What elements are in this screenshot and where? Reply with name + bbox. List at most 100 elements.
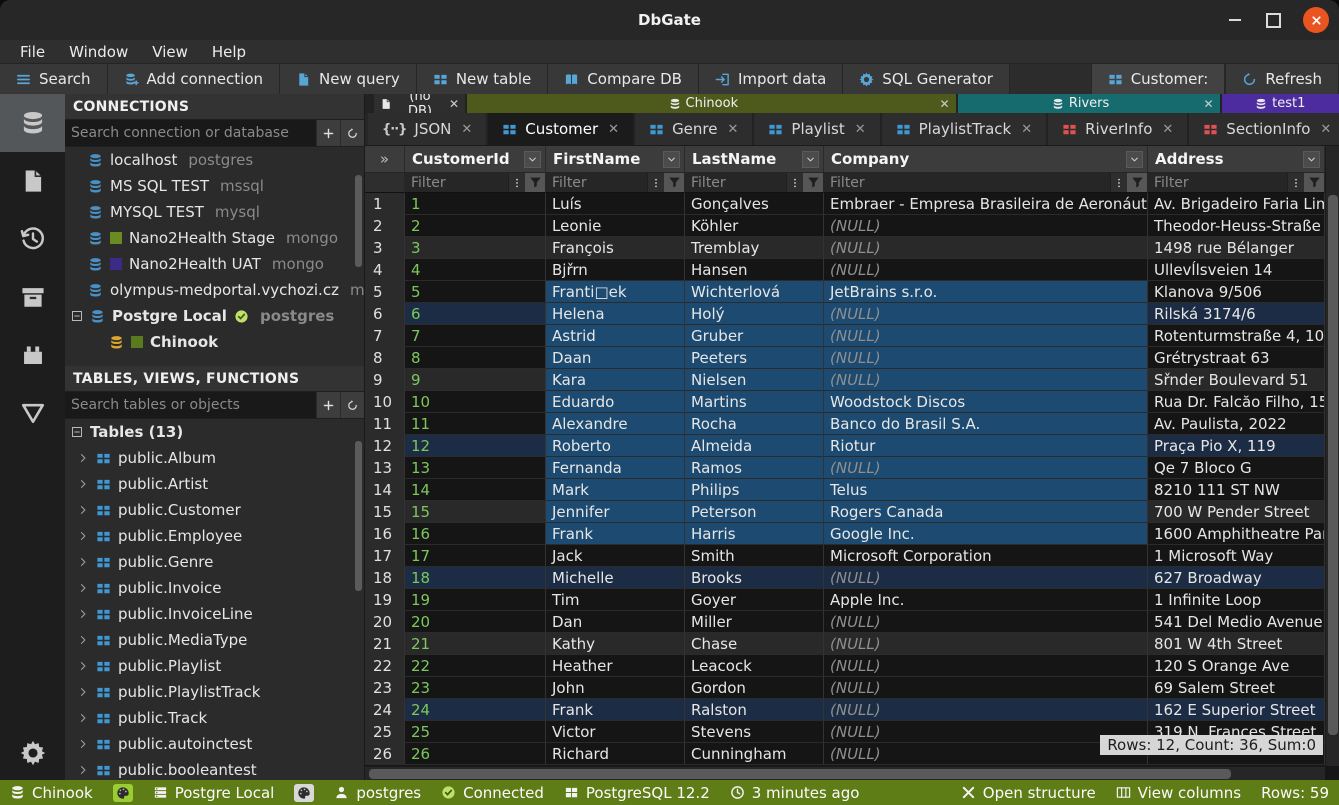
tab-sectioninfo[interactable]: SectionInfo✕ (1189, 113, 1339, 145)
grid-cell[interactable]: 18 (405, 567, 546, 589)
tab-genre[interactable]: Genre✕ (635, 113, 754, 145)
grid-cell[interactable]: (NULL) (824, 259, 1148, 281)
theme-badge[interactable] (113, 784, 133, 802)
grid-cell[interactable]: Helena (546, 303, 685, 325)
row-number[interactable]: 11 (365, 413, 405, 435)
close-tab-icon[interactable]: ✕ (1162, 122, 1173, 137)
grid-cell[interactable]: 8 (405, 347, 546, 369)
close-tab-icon[interactable]: ✕ (1320, 122, 1331, 137)
row-number[interactable]: 4 (365, 259, 405, 281)
grid-cell[interactable]: Gonçalves (685, 193, 824, 215)
toolbar-customer--button[interactable]: Customer: (1091, 64, 1226, 94)
table-row[interactable]: 2323JohnGordon(NULL)69 Salem Street (365, 677, 1325, 699)
table-row[interactable]: 99KaraNielsen(NULL)Sřnder Boulevard 51 (365, 369, 1325, 391)
grid-cell[interactable]: 9 (405, 369, 546, 391)
status-rows-59[interactable]: Rows: 59 (1261, 784, 1329, 802)
table-row[interactable]: 1515JenniferPetersonRogers Canada700 W P… (365, 501, 1325, 523)
filter-input-customerid[interactable]: Filter (405, 173, 508, 192)
filter-funnel-icon[interactable] (803, 173, 823, 192)
grid-cell[interactable]: 11 (405, 413, 546, 435)
table-item[interactable]: public.Employee (65, 523, 364, 549)
menu-file[interactable]: File (10, 43, 55, 61)
filter-funnel-icon[interactable] (1304, 173, 1324, 192)
column-header-customerid[interactable]: CustomerId (405, 146, 546, 172)
theme-badge[interactable] (294, 784, 314, 802)
grid-cell[interactable]: Roberto (546, 435, 685, 457)
grid-cell[interactable]: Sřnder Boulevard 51 (1148, 369, 1325, 391)
grid-cell[interactable]: Av. Paulista, 2022 (1148, 413, 1325, 435)
row-number[interactable]: 18 (365, 567, 405, 589)
table-row[interactable]: 77AstridGruber(NULL)Rotenturmstraße 4, 1… (365, 325, 1325, 347)
table-row[interactable]: 11LuísGonçalvesEmbraer - Empresa Brasile… (365, 193, 1325, 215)
row-number[interactable]: 3 (365, 237, 405, 259)
row-number[interactable]: 12 (365, 435, 405, 457)
close-group-icon[interactable]: ✕ (940, 97, 950, 111)
grid-cell[interactable]: Frank (546, 699, 685, 721)
grid-cell[interactable]: 15 (405, 501, 546, 523)
grid-cell[interactable]: 20 (405, 611, 546, 633)
grid-cell[interactable]: Bjřrn (546, 259, 685, 281)
connection-item[interactable]: Nano2Health Stagemongo (65, 225, 364, 251)
grid-cell[interactable]: 627 Broadway (1148, 567, 1325, 589)
toolbar-new-query-button[interactable]: New query (280, 64, 417, 94)
grid-cell[interactable]: 3 (405, 237, 546, 259)
filter-funnel-icon[interactable] (1127, 173, 1147, 192)
table-row[interactable]: 1818MichelleBrooks(NULL)627 Broadway (365, 567, 1325, 589)
grid-vertical-scrollbar[interactable] (1325, 146, 1339, 766)
table-row[interactable]: 1010EduardoMartinsWoodstock DiscosRua Dr… (365, 391, 1325, 413)
table-row[interactable]: 1111AlexandreRochaBanco do Brasil S.A.Av… (365, 413, 1325, 435)
grid-cell[interactable]: 24 (405, 699, 546, 721)
grid-cell[interactable]: Heather (546, 655, 685, 677)
grid-cell[interactable]: Hansen (685, 259, 824, 281)
table-row[interactable]: 1414MarkPhilipsTelus8210 111 ST NW (365, 479, 1325, 501)
row-number[interactable]: 1 (365, 193, 405, 215)
table-row[interactable]: 2424FrankRalston(NULL)162 E Superior Str… (365, 699, 1325, 721)
grid-cell[interactable]: Praça Pio X, 119 (1148, 435, 1325, 457)
filter-input-company[interactable]: Filter (824, 173, 1110, 192)
row-number[interactable]: 2 (365, 215, 405, 237)
grid-cell[interactable]: 700 W Pender Street (1148, 501, 1325, 523)
grid-cell[interactable]: Nielsen (685, 369, 824, 391)
grid-cell[interactable]: (NULL) (824, 567, 1148, 589)
filter-funnel-icon[interactable] (664, 173, 684, 192)
table-row[interactable]: 2222HeatherLeacock(NULL)120 S Orange Ave (365, 655, 1325, 677)
grid-cell[interactable]: Leonie (546, 215, 685, 237)
grid-cell[interactable]: Cunningham (685, 743, 824, 765)
grid-cell[interactable]: Banco do Brasil S.A. (824, 413, 1148, 435)
iconbar-nabla-icon[interactable] (0, 384, 65, 442)
grid-cell[interactable]: Luís (546, 193, 685, 215)
grid-cell[interactable]: Franti□ek (546, 281, 685, 303)
toolbar-import-data-button[interactable]: Import data (699, 64, 843, 94)
tab-group-Chinook[interactable]: Chinook✕ (467, 94, 956, 113)
table-row[interactable]: 55Franti□ekWichterlováJetBrains s.r.o.Kl… (365, 281, 1325, 303)
grid-cell[interactable]: Grétrystraat 63 (1148, 347, 1325, 369)
grid-cell[interactable]: (NULL) (824, 369, 1148, 391)
menu-help[interactable]: Help (202, 43, 256, 61)
status-postgre-local[interactable]: Postgre Local (153, 784, 275, 802)
grid-cell[interactable]: 801 W 4th Street (1148, 633, 1325, 655)
table-item[interactable]: public.MediaType (65, 627, 364, 653)
grid-cell[interactable]: Chase (685, 633, 824, 655)
filter-input-address[interactable]: Filter (1148, 173, 1287, 192)
toolbar-new-table-button[interactable]: New table (417, 64, 548, 94)
connection-item[interactable]: MYSQL TESTmysql (65, 199, 364, 225)
add-table-plus-button[interactable] (316, 392, 340, 418)
grid-cell[interactable]: JetBrains s.r.o. (824, 281, 1148, 303)
grid-cell[interactable]: (NULL) (824, 347, 1148, 369)
grid-cell[interactable]: (NULL) (824, 215, 1148, 237)
grid-cell[interactable]: Qe 7 Bloco G (1148, 457, 1325, 479)
row-number[interactable]: 26 (365, 743, 405, 765)
table-row[interactable]: 88DaanPeeters(NULL)Grétrystraat 63 (365, 347, 1325, 369)
grid-horizontal-scrollbar[interactable] (365, 766, 1325, 780)
grid-cell[interactable]: Klanova 9/506 (1148, 281, 1325, 303)
grid-cell[interactable]: Ramos (685, 457, 824, 479)
column-header-lastname[interactable]: LastName (685, 146, 824, 172)
close-tab-icon[interactable]: ✕ (728, 122, 739, 137)
tab-riverinfo[interactable]: RiverInfo✕ (1048, 113, 1189, 145)
close-button[interactable] (1303, 7, 1329, 33)
connection-item[interactable]: MS SQL TESTmssql (65, 173, 364, 199)
row-number[interactable]: 10 (365, 391, 405, 413)
grid-cell[interactable]: 69 Salem Street (1148, 677, 1325, 699)
status-badge[interactable] (294, 784, 314, 802)
filter-menu-icon[interactable] (647, 173, 664, 192)
